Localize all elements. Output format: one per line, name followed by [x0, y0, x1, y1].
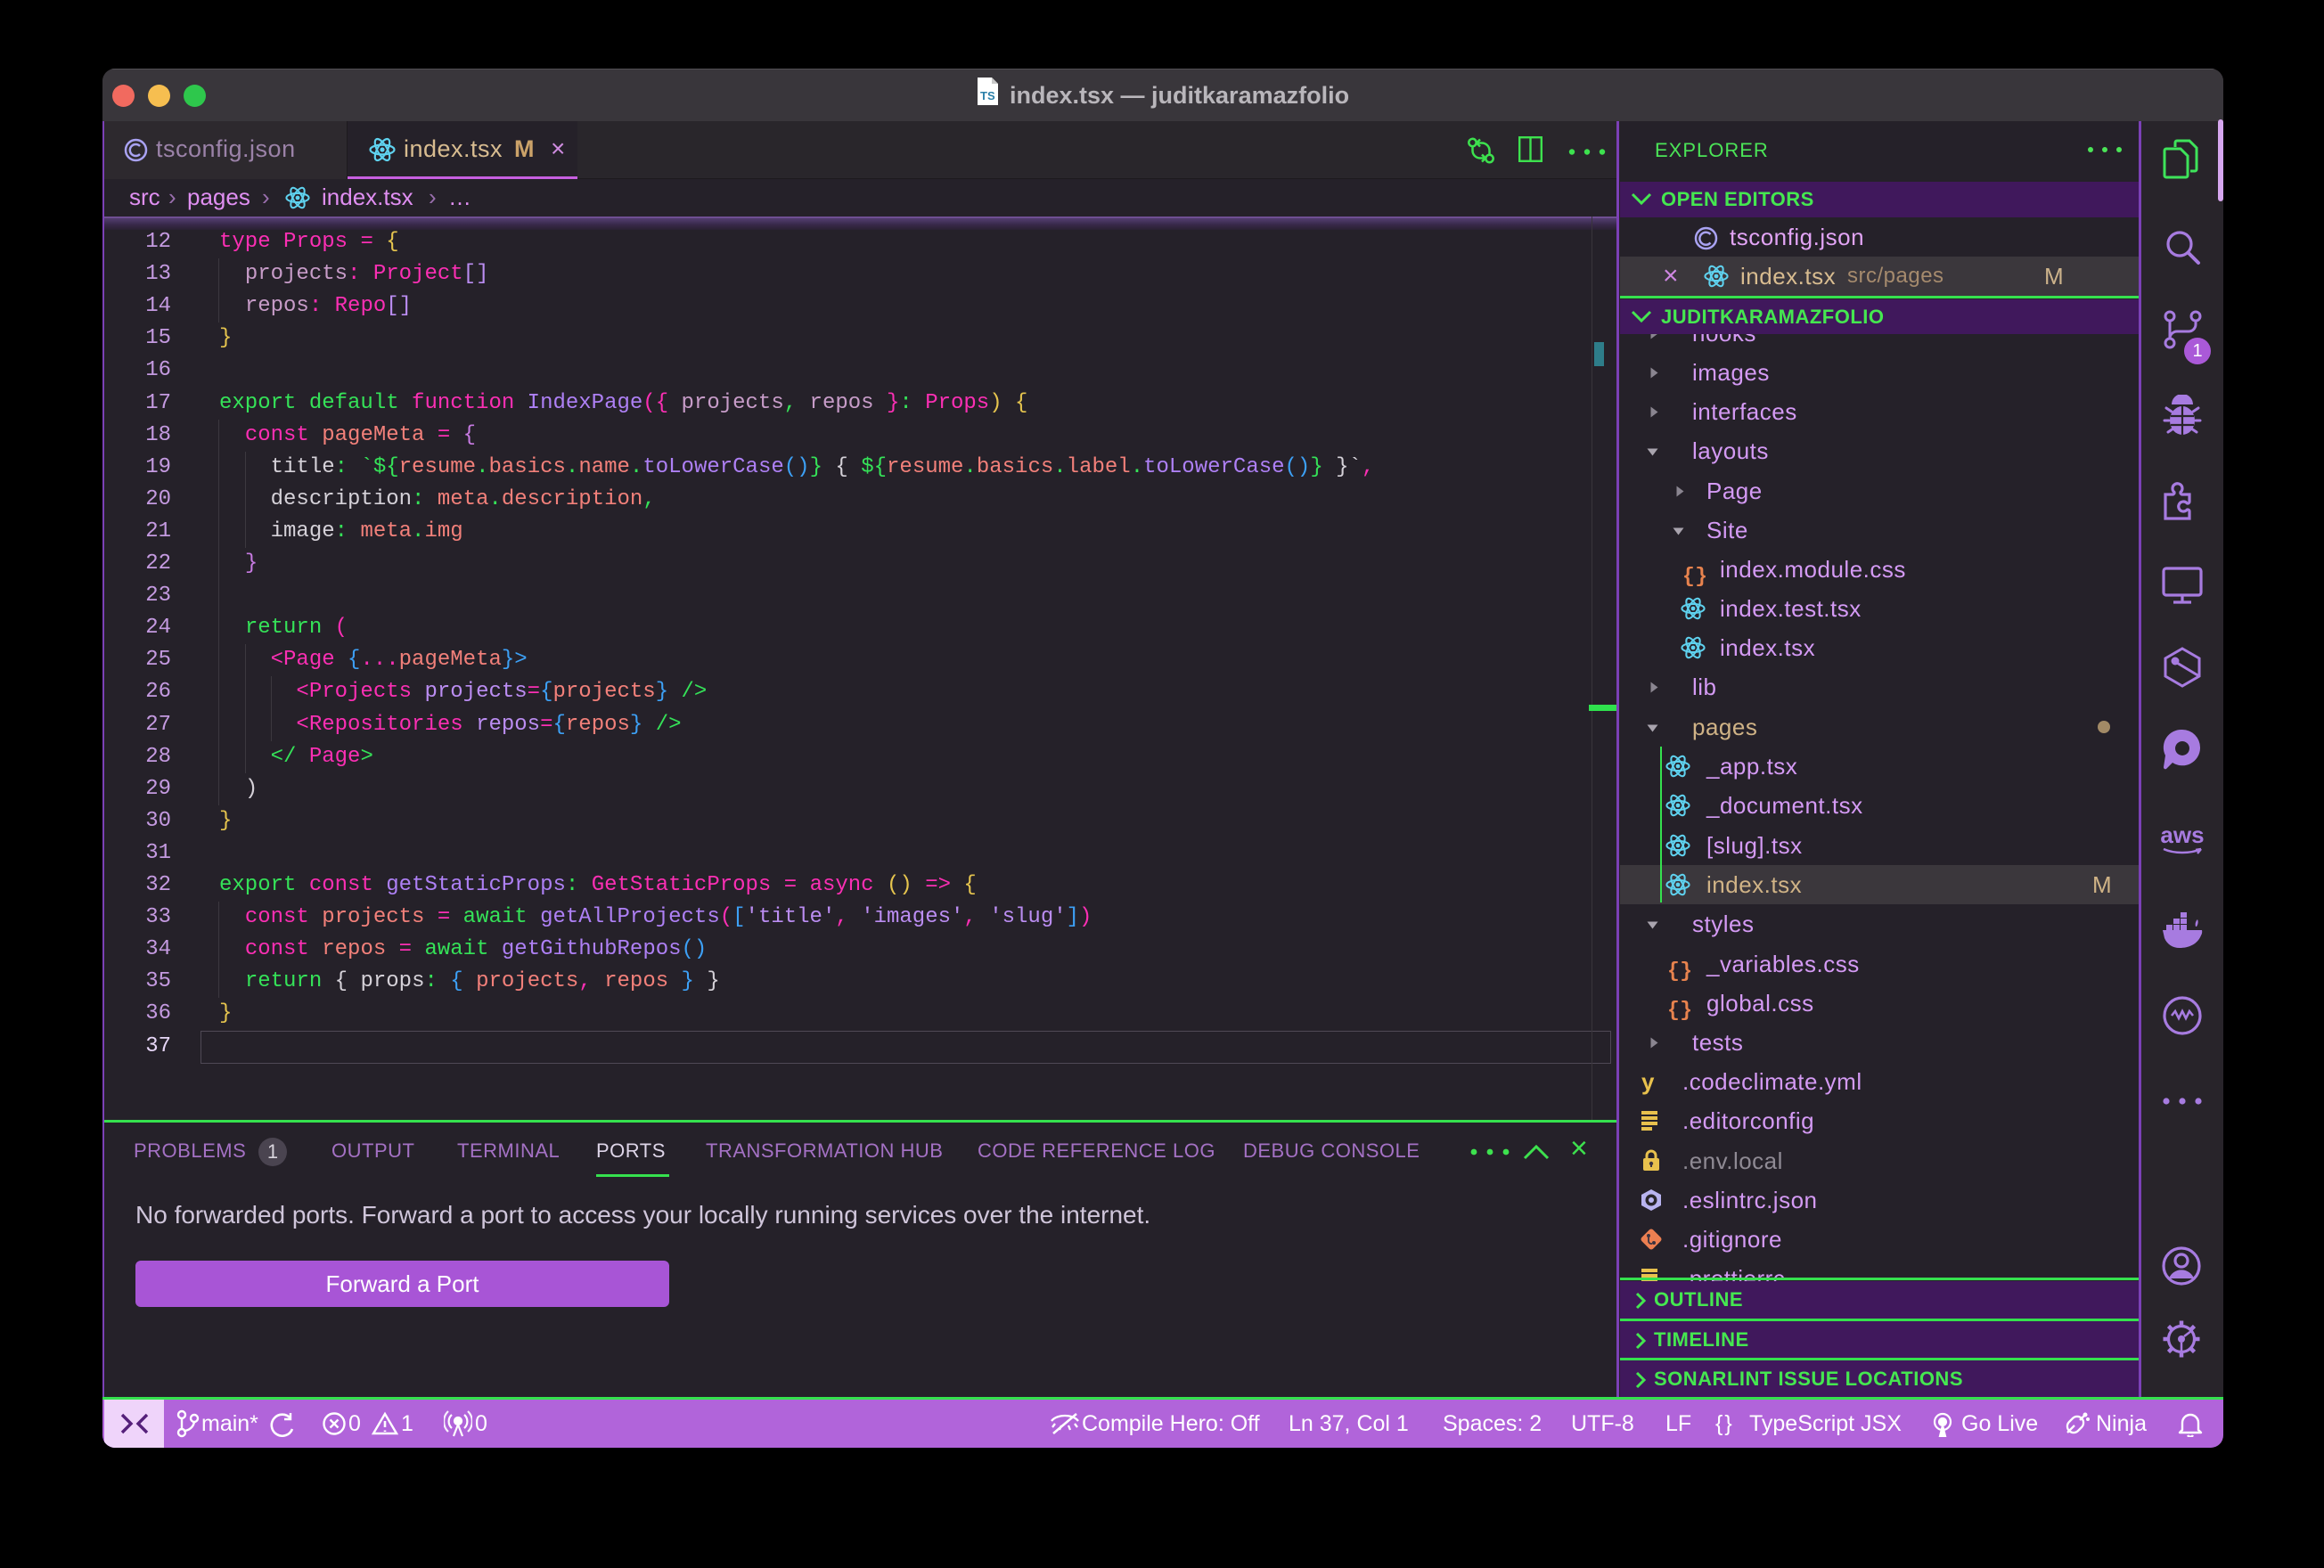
- svg-text:TS: TS: [980, 89, 995, 102]
